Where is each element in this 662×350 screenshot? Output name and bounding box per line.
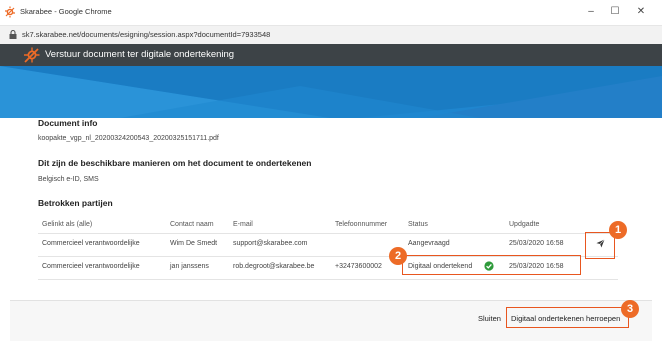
- annotation-highlight-3: [506, 307, 629, 328]
- maximize-button[interactable]: ☐: [606, 4, 624, 20]
- cell-linked-as: Commercieel verantwoordelijke: [42, 263, 140, 270]
- cell-linked-as: Commercieel verantwoordelijke: [42, 240, 140, 247]
- annotation-highlight-2: [402, 255, 581, 275]
- column-header-contact: Contact naam: [170, 221, 214, 228]
- header-banner: [0, 66, 662, 118]
- cell-email: rob.degroot@skarabee.be: [233, 263, 315, 270]
- banner-decoration: [0, 66, 662, 118]
- minimize-button[interactable]: –: [582, 4, 600, 20]
- cell-status: Aangevraagd: [408, 240, 450, 247]
- dialog-title: Verstuur document ter digitale onderteke…: [45, 49, 235, 60]
- cell-phone: +32473600002: [335, 263, 382, 270]
- close-window-button[interactable]: ✕: [632, 4, 650, 20]
- column-header-linked-as[interactable]: Gelinkt als (alle): [42, 221, 92, 228]
- column-header-status: Status: [408, 221, 428, 228]
- close-button[interactable]: Sluiten: [478, 314, 501, 323]
- skarabee-favicon-icon: [5, 6, 15, 18]
- window-title: Skarabee - Google Chrome: [20, 7, 112, 16]
- cell-email: support@skarabee.com: [233, 240, 308, 247]
- address-bar[interactable]: sk7.skarabee.net/documents/esigning/sess…: [0, 26, 662, 44]
- column-header-phone: Telefoonnummer: [335, 221, 388, 228]
- skarabee-logo-icon: [24, 47, 40, 63]
- parties-heading: Betrokken partijen: [38, 198, 113, 208]
- cell-contact: jan janssens: [170, 263, 209, 270]
- browser-titlebar: Skarabee - Google Chrome – ☐ ✕: [0, 0, 662, 26]
- signing-methods-heading: Dit zijn de beschikbare manieren om het …: [38, 158, 312, 168]
- column-header-email: E-mail: [233, 221, 253, 228]
- annotation-badge-2: 2: [389, 247, 407, 265]
- lock-icon: [9, 30, 17, 39]
- column-header-updated: Updgadte: [509, 221, 540, 228]
- url-text[interactable]: sk7.skarabee.net/documents/esigning/sess…: [22, 30, 270, 39]
- table-header-divider: [38, 233, 618, 234]
- document-filename[interactable]: koopakte_vgp_nl_20200324200543_202003251…: [38, 135, 219, 142]
- annotation-badge-3: 3: [621, 300, 639, 318]
- signing-methods-value: Belgisch e-ID, SMS: [38, 176, 99, 183]
- app-header: Verstuur document ter digitale onderteke…: [0, 44, 662, 66]
- document-info-heading: Document info: [38, 118, 98, 128]
- cell-contact: Wim De Smedt: [170, 240, 218, 247]
- cell-updated: 25/03/2020 16:58: [509, 240, 564, 247]
- annotation-badge-1: 1: [609, 221, 627, 239]
- row-divider: [38, 279, 618, 280]
